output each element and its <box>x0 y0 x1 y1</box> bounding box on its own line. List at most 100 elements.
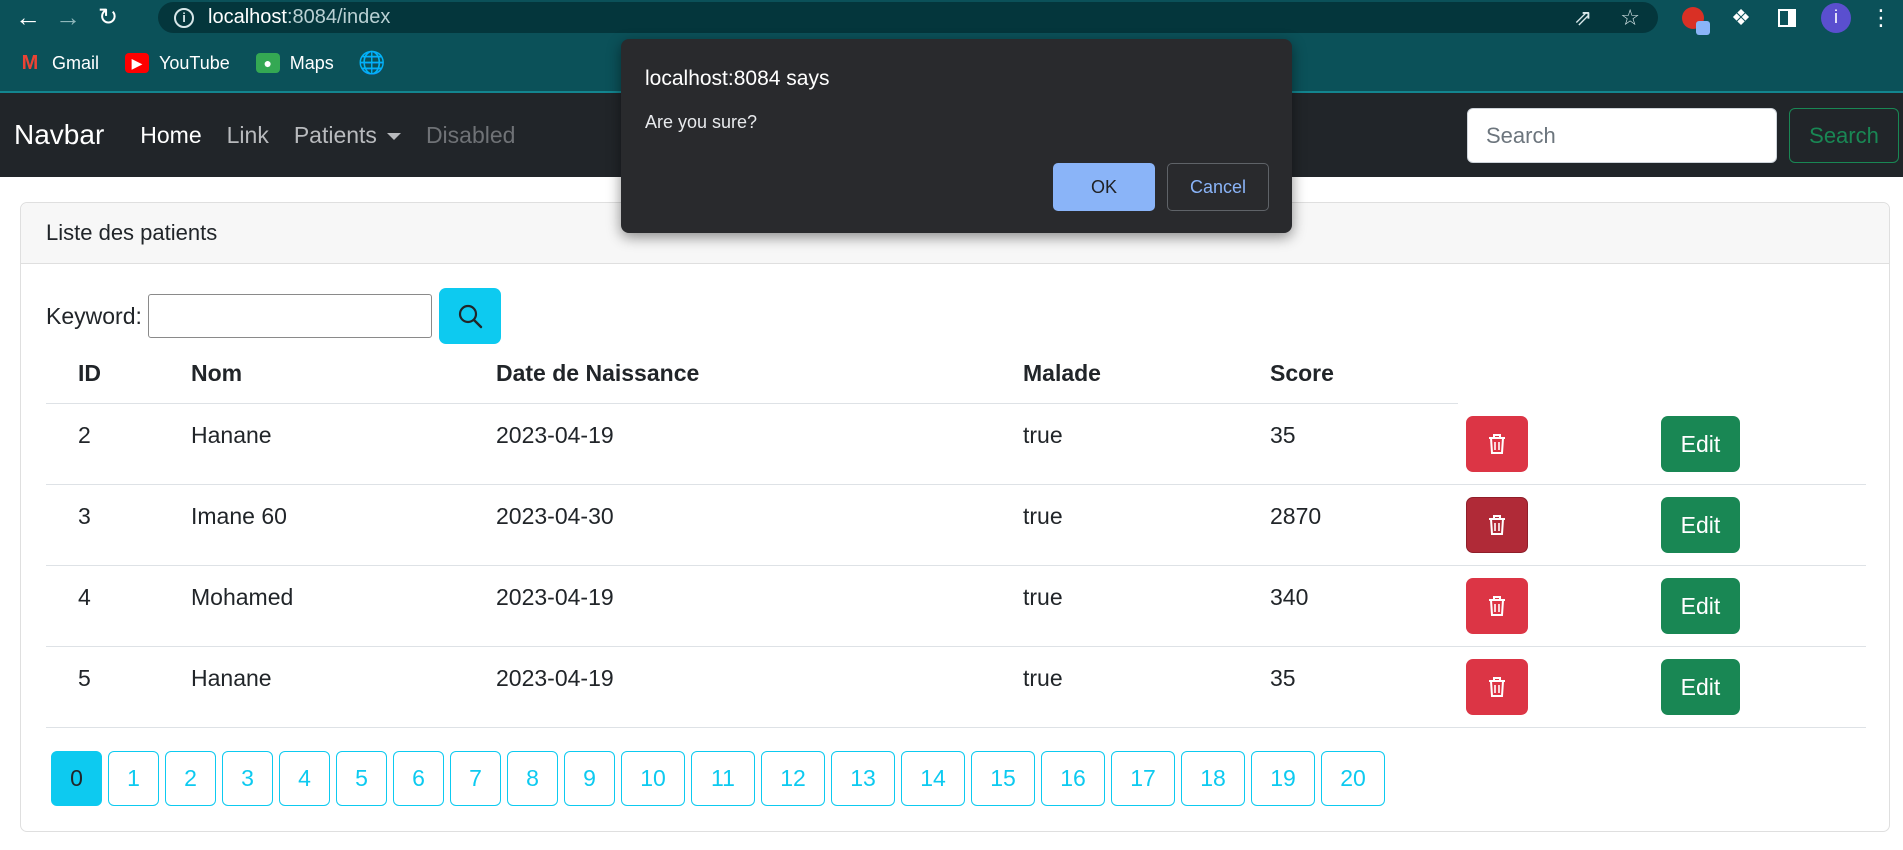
keyword-label: Keyword: <box>46 302 142 329</box>
cell-nom: Hanane <box>191 422 272 448</box>
navbar-brand[interactable]: Navbar <box>14 119 104 151</box>
cell-date: 2023-04-19 <box>496 584 614 610</box>
column-score: Score <box>1270 359 1334 386</box>
page-18[interactable]: 18 <box>1181 751 1245 806</box>
page-10[interactable]: 10 <box>621 751 685 806</box>
profile-avatar[interactable]: i <box>1818 0 1854 35</box>
table-row: 3 Imane 60 2023-04-30 true 2870 Edit <box>46 485 1866 566</box>
page-8[interactable]: 8 <box>507 751 558 806</box>
gmail-icon: M <box>21 51 39 74</box>
delete-button[interactable] <box>1466 659 1528 715</box>
youtube-icon: ▶ <box>125 53 150 73</box>
cell-id: 2 <box>78 422 91 448</box>
page-7[interactable]: 7 <box>450 751 501 806</box>
share-icon[interactable]: ⇗ <box>1574 5 1592 31</box>
edit-button[interactable]: Edit <box>1661 497 1740 553</box>
cell-date: 2023-04-19 <box>496 422 614 448</box>
page-1[interactable]: 1 <box>108 751 159 806</box>
bookmark-star-icon[interactable]: ☆ <box>1620 5 1640 31</box>
table-row: 5 Hanane 2023-04-19 true 35 Edit <box>46 647 1866 728</box>
page-3[interactable]: 3 <box>222 751 273 806</box>
extensions-puzzle-icon[interactable]: ❖ <box>1724 0 1758 35</box>
cell-nom: Mohamed <box>191 584 294 610</box>
trash-icon <box>1489 596 1505 616</box>
cell-id: 4 <box>78 584 91 610</box>
globe-icon: 🌐 <box>358 50 386 75</box>
page-13[interactable]: 13 <box>831 751 895 806</box>
cell-malade: true <box>1023 584 1063 610</box>
column-date: Date de Naissance <box>496 359 700 386</box>
cell-nom: Hanane <box>191 665 272 691</box>
bookmark-globe[interactable]: 🌐 <box>358 50 394 75</box>
bookmark-maps[interactable]: ● Maps <box>255 53 334 74</box>
url-text[interactable]: localhost:8084/index <box>208 6 390 29</box>
edit-button[interactable]: Edit <box>1661 416 1740 472</box>
browser-toolbar: ← → ↻ i localhost:8084/index ⇗ ☆ ❖ i ⋮ <box>0 0 1903 35</box>
bookmark-youtube[interactable]: ▶ YouTube <box>125 53 230 74</box>
cell-malade: true <box>1023 503 1063 529</box>
cell-malade: true <box>1023 422 1063 448</box>
cell-score: 35 <box>1270 422 1296 448</box>
site-info-icon[interactable]: i <box>174 7 194 28</box>
nav-home[interactable]: Home <box>140 122 201 149</box>
chrome-menu-icon[interactable]: ⋮ <box>1866 0 1896 35</box>
column-id: ID <box>78 359 101 386</box>
page-12[interactable]: 12 <box>761 751 825 806</box>
cell-date: 2023-04-30 <box>496 503 614 529</box>
dialog-cancel-button[interactable]: Cancel <box>1167 163 1269 211</box>
navbar-search-button[interactable]: Search <box>1789 108 1899 163</box>
page-15[interactable]: 15 <box>971 751 1035 806</box>
bookmark-gmail[interactable]: M Gmail <box>18 51 99 74</box>
confirm-dialog: localhost:8084 says Are you sure? OK Can… <box>621 39 1292 233</box>
dialog-title: localhost:8084 says <box>645 67 830 90</box>
page-16[interactable]: 16 <box>1041 751 1105 806</box>
edit-button[interactable]: Edit <box>1661 659 1740 715</box>
edit-button[interactable]: Edit <box>1661 578 1740 634</box>
cell-id: 5 <box>78 665 91 691</box>
page-9[interactable]: 9 <box>564 751 615 806</box>
table-header: ID Nom Date de Naissance Malade Score <box>46 343 1458 404</box>
trash-icon <box>1489 515 1505 535</box>
page-6[interactable]: 6 <box>393 751 444 806</box>
cell-malade: true <box>1023 665 1063 691</box>
search-icon <box>458 304 483 329</box>
page-20[interactable]: 20 <box>1321 751 1385 806</box>
page-5[interactable]: 5 <box>336 751 387 806</box>
delete-button[interactable] <box>1466 497 1528 553</box>
page-19[interactable]: 19 <box>1251 751 1315 806</box>
delete-button[interactable] <box>1466 578 1528 634</box>
page-2[interactable]: 2 <box>165 751 216 806</box>
page-17[interactable]: 17 <box>1111 751 1175 806</box>
dialog-message: Are you sure? <box>645 112 758 132</box>
delete-button[interactable] <box>1466 416 1528 472</box>
caret-down-icon <box>386 132 401 140</box>
nav-patients-dropdown[interactable]: Patients <box>294 122 401 149</box>
cell-score: 2870 <box>1270 503 1322 529</box>
extension-blocker-icon[interactable] <box>1676 0 1710 35</box>
address-bar[interactable]: i localhost:8084/index ⇗ ☆ <box>158 2 1658 33</box>
cell-score: 35 <box>1270 665 1296 691</box>
side-panel-icon[interactable] <box>1770 0 1804 35</box>
maps-icon: ● <box>255 53 280 73</box>
reload-icon[interactable]: ↻ <box>88 0 128 35</box>
trash-icon <box>1489 677 1505 697</box>
page-11[interactable]: 11 <box>691 751 755 806</box>
page-4[interactable]: 4 <box>279 751 330 806</box>
column-nom: Nom <box>191 359 243 386</box>
page-14[interactable]: 14 <box>901 751 965 806</box>
trash-icon <box>1489 434 1505 454</box>
back-icon[interactable]: ← <box>8 0 48 35</box>
patients-card: Liste des patients Keyword: ID Nom Date … <box>20 202 1890 832</box>
dialog-ok-button[interactable]: OK <box>1053 163 1155 211</box>
page-0[interactable]: 0 <box>51 751 102 806</box>
keyword-search-button[interactable] <box>438 288 501 344</box>
cell-date: 2023-04-19 <box>496 665 614 691</box>
forward-icon[interactable]: → <box>48 0 88 35</box>
navbar-search-input[interactable] <box>1467 108 1777 163</box>
table-row: 2 Hanane 2023-04-19 true 35 Edit <box>46 404 1866 485</box>
keyword-input[interactable] <box>147 294 432 338</box>
cell-score: 340 <box>1270 584 1309 610</box>
nav-link[interactable]: Link <box>227 122 269 149</box>
column-malade: Malade <box>1023 359 1101 386</box>
table-row: 4 Mohamed 2023-04-19 true 340 Edit <box>46 566 1866 647</box>
